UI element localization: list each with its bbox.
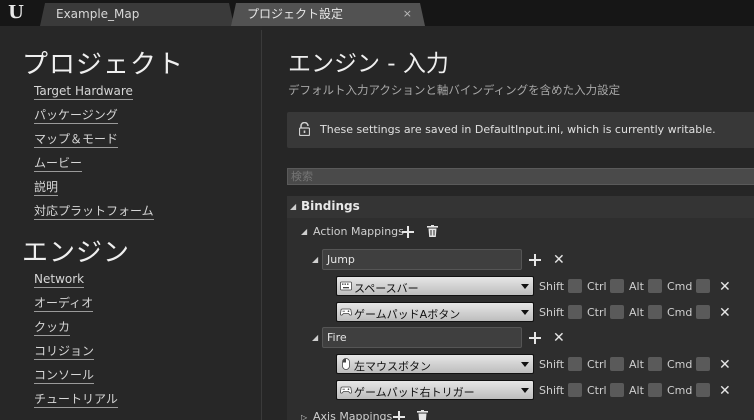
gamepad-icon — [340, 386, 352, 394]
unlock-icon — [299, 122, 310, 136]
remove-key-icon[interactable]: ✕ — [719, 306, 731, 320]
shift-label: Shift — [539, 384, 565, 397]
remove-key-icon[interactable]: ✕ — [719, 280, 731, 294]
cmd-checkbox[interactable] — [696, 357, 710, 371]
alt-checkbox[interactable] — [648, 357, 662, 371]
expanded-triangle-icon[interactable]: ◢ — [312, 333, 318, 342]
key-label: ゲームパッドAボタン — [354, 308, 461, 321]
bindings-label: Bindings — [301, 199, 360, 213]
add-key-icon[interactable] — [529, 332, 541, 344]
key-label: ゲームパッド右トリガー — [354, 386, 475, 399]
remove-action-icon[interactable]: ✕ — [553, 331, 565, 345]
section-title-project: プロジェクト — [22, 50, 185, 80]
tab-bar: U Example_Map プロジェクト設定 × — [0, 0, 754, 26]
collapsed-triangle-icon[interactable]: ▷ — [301, 413, 307, 420]
add-action-mapping-icon[interactable] — [402, 226, 414, 238]
alt-checkbox[interactable] — [648, 305, 662, 319]
chevron-down-icon — [521, 310, 529, 315]
chevron-down-icon — [521, 362, 529, 367]
key-selector[interactable]: ゲームパッドAボタン — [336, 302, 534, 322]
cmd-label: Cmd — [667, 306, 693, 319]
ctrl-label: Ctrl — [587, 358, 607, 371]
add-key-icon[interactable] — [529, 254, 541, 266]
bindings-category-header[interactable]: ◢ Bindings — [287, 196, 754, 218]
tab-project-settings[interactable]: プロジェクト設定 × — [231, 3, 425, 26]
alt-label: Alt — [629, 306, 644, 319]
remove-action-icon[interactable]: ✕ — [553, 253, 565, 267]
shift-checkbox[interactable] — [568, 357, 582, 371]
delete-all-icon[interactable] — [417, 410, 428, 420]
search-input[interactable] — [287, 168, 754, 185]
config-notice: These settings are saved in DefaultInput… — [287, 112, 754, 148]
gamepad-icon — [340, 308, 352, 316]
ctrl-checkbox[interactable] — [610, 279, 624, 293]
action-name-field[interactable]: Fire — [322, 327, 522, 348]
key-selector[interactable]: 左マウスボタン — [336, 354, 534, 374]
action-name-field[interactable]: Jump — [322, 249, 522, 270]
sidebar-divider — [261, 30, 262, 420]
sidebar-item-packaging[interactable]: パッケージング — [34, 108, 118, 124]
alt-label: Alt — [629, 280, 644, 293]
unreal-logo-icon: U — [8, 2, 24, 23]
shift-label: Shift — [539, 280, 565, 293]
action-mappings-label: Action Mappings — [313, 225, 404, 238]
shift-label: Shift — [539, 306, 565, 319]
sidebar-item-audio[interactable]: オーディオ — [34, 296, 94, 312]
ctrl-checkbox[interactable] — [610, 305, 624, 319]
remove-key-icon[interactable]: ✕ — [719, 384, 731, 398]
sidebar-item-console[interactable]: コンソール — [34, 368, 95, 384]
expanded-triangle-icon[interactable]: ◢ — [301, 227, 307, 236]
cmd-label: Cmd — [667, 358, 693, 371]
chevron-down-icon — [521, 284, 529, 289]
ctrl-checkbox[interactable] — [610, 357, 624, 371]
sidebar-item-collision[interactable]: コリジョン — [34, 344, 95, 360]
mouse-icon — [342, 358, 350, 370]
ctrl-checkbox[interactable] — [610, 383, 624, 397]
cmd-checkbox[interactable] — [696, 279, 710, 293]
shift-checkbox[interactable] — [568, 305, 582, 319]
key-label: 左マウスボタン — [354, 360, 431, 373]
sidebar-item-network[interactable]: Network — [34, 272, 85, 288]
ctrl-label: Ctrl — [587, 280, 607, 293]
expanded-triangle-icon[interactable]: ◢ — [312, 255, 318, 264]
sidebar-item-maps-modes[interactable]: マップ＆モード — [34, 132, 119, 148]
keyboard-icon — [340, 281, 352, 291]
cmd-checkbox[interactable] — [696, 305, 710, 319]
tab-label: Example_Map — [56, 7, 140, 21]
alt-checkbox[interactable] — [648, 279, 662, 293]
delete-all-icon[interactable] — [427, 225, 438, 237]
sidebar-item-description[interactable]: 説明 — [34, 180, 59, 196]
notice-text: These settings are saved in DefaultInput… — [320, 123, 716, 136]
remove-key-icon[interactable]: ✕ — [719, 358, 731, 372]
cmd-checkbox[interactable] — [696, 383, 710, 397]
page-title: エンジン - 入力 — [288, 51, 449, 77]
section-title-engine: エンジン — [22, 238, 131, 268]
sidebar-item-supported-platforms[interactable]: 対応プラットフォーム — [34, 204, 154, 220]
alt-label: Alt — [629, 358, 644, 371]
add-axis-mapping-icon[interactable] — [393, 411, 405, 420]
shift-checkbox[interactable] — [568, 383, 582, 397]
shift-checkbox[interactable] — [568, 279, 582, 293]
sidebar-item-target-hardware[interactable]: Target Hardware — [34, 84, 133, 100]
alt-label: Alt — [629, 384, 644, 397]
ctrl-label: Ctrl — [587, 384, 607, 397]
shift-label: Shift — [539, 358, 565, 371]
cmd-label: Cmd — [667, 280, 693, 293]
tab-example-map[interactable]: Example_Map — [40, 3, 234, 26]
cmd-label: Cmd — [667, 384, 693, 397]
sidebar-item-cooker[interactable]: クッカ — [34, 320, 71, 336]
chevron-down-icon — [521, 388, 529, 393]
close-icon[interactable]: × — [403, 3, 412, 25]
alt-checkbox[interactable] — [648, 383, 662, 397]
axis-mappings-label: Axis Mappings — [313, 410, 393, 420]
key-label: スペースバー — [354, 282, 419, 295]
sidebar-item-movies[interactable]: ムービー — [34, 156, 83, 172]
expanded-triangle-icon: ◢ — [290, 202, 297, 211]
ctrl-label: Ctrl — [587, 306, 607, 319]
tab-label: プロジェクト設定 — [247, 7, 344, 21]
key-selector[interactable]: ゲームパッド右トリガー — [336, 380, 534, 400]
key-selector[interactable]: スペースバー — [336, 276, 534, 296]
page-subtitle: デフォルト入力アクションと軸バインディングを含めた入力設定 — [288, 83, 621, 97]
sidebar-item-tutorials[interactable]: チュートリアル — [34, 392, 118, 408]
